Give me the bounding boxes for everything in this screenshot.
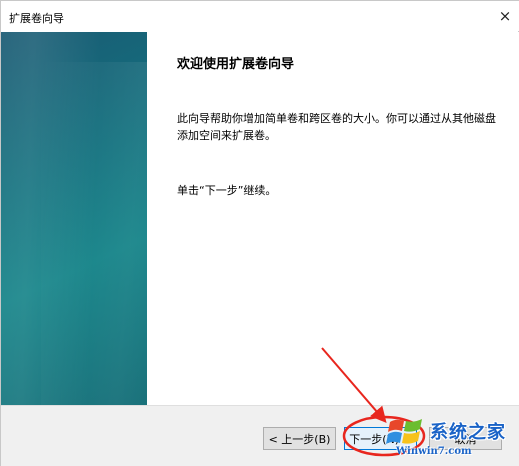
wizard-description: 此向导帮助你增加简单卷和跨区卷的大小。你可以通过从其他磁盘添加空间来扩展卷。 [177, 112, 496, 142]
page-title: 欢迎使用扩展卷向导 [177, 57, 295, 72]
title-bar: 扩展卷向导 × [1, 1, 519, 31]
back-button[interactable]: < 上一步(B) [263, 427, 336, 450]
banner-sheen-secondary [41, 62, 147, 405]
close-icon: × [498, 7, 512, 25]
wizard-content: 欢迎使用扩展卷向导 此向导帮助你增加简单卷和跨区卷的大小。你可以通过从其他磁盘添… [147, 32, 519, 405]
close-button[interactable]: × [490, 1, 519, 31]
wizard-side-banner [1, 32, 147, 405]
next-button[interactable]: 下一步(N) > [344, 427, 417, 450]
extend-volume-wizard-window: 扩展卷向导 × 欢迎使用扩展卷向导 此向导帮助你增加简单卷和跨区卷的大小。你可以… [0, 0, 519, 466]
button-bar: < 上一步(B) 下一步(N) > 取消 [1, 405, 519, 466]
continue-hint: 单击“下一步”继续。 [177, 184, 277, 197]
cancel-button[interactable]: 取消 [429, 427, 502, 450]
window-title: 扩展卷向导 [9, 12, 64, 25]
